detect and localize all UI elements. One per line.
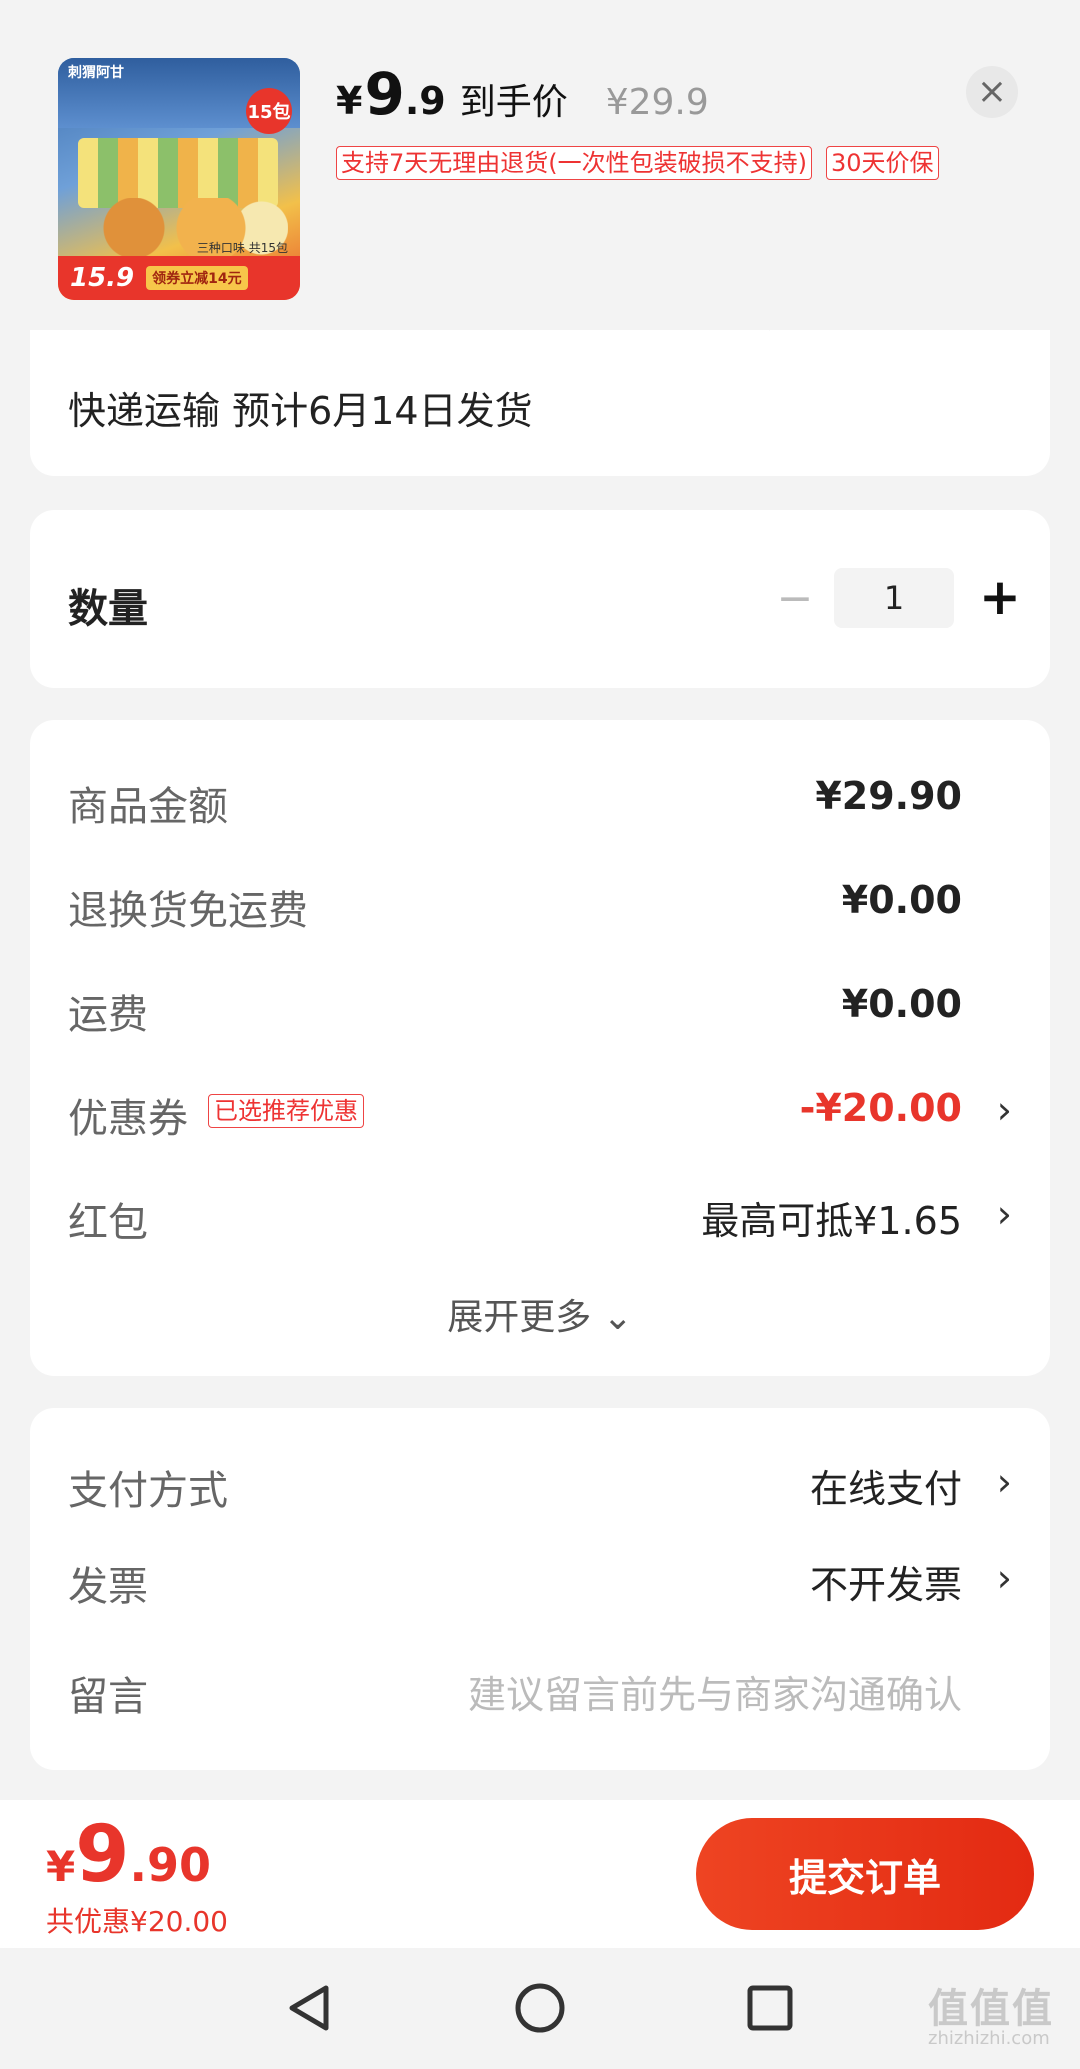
fee-row-return-shipping: 退换货免运费 ¥0.00 (68, 872, 1012, 934)
price-decimal: .9 (404, 79, 446, 123)
quantity-label: 数量 (68, 586, 148, 632)
message-row: 留言 建议留言前先与商家沟通确认 (68, 1658, 1012, 1720)
system-nav-bar: 值值值 zhizhizhi.com (0, 1948, 1080, 2069)
expand-more-button[interactable]: 展开更多 ⌄ (30, 1288, 1050, 1340)
checkout-bar: ¥ 9 .90 共优惠¥20.00 提交订单 (0, 1800, 1080, 1948)
service-tags: 支持7天无理由退货(一次性包装破损不支持) 30天价保 (336, 146, 939, 180)
total-saving: 共优惠¥20.00 (46, 1905, 228, 1938)
red-packet-value: 最高可抵¥1.65 (701, 1199, 962, 1243)
message-label: 留言 (68, 1674, 148, 1720)
payment-method-label: 支付方式 (68, 1468, 228, 1514)
product-thumbnail[interactable]: 刺猬阿甘 15包 三种口味 共15包 15.9 领券立减14元 (58, 58, 300, 300)
total-currency: ¥ (46, 1842, 76, 1891)
fee-row-coupon[interactable]: 优惠券 已选推荐优惠 -¥20.00 › (68, 1080, 1012, 1142)
chevron-right-icon: › (996, 1088, 1012, 1132)
thumbnail-count-badge: 15包 (246, 88, 292, 134)
fee-value: ¥0.00 (841, 982, 962, 1026)
thumbnail-strip-coupon: 领券立减14元 (146, 266, 248, 290)
coupon-recommended-badge: 已选推荐优惠 (208, 1094, 364, 1128)
product-header: 刺猬阿甘 15包 三种口味 共15包 15.9 领券立减14元 ¥ 9 .9 到… (0, 0, 1080, 330)
fee-row-red-packet[interactable]: 红包 最高可抵¥1.65 › (68, 1184, 1012, 1246)
quantity-input[interactable]: 1 (834, 568, 954, 628)
fee-label: 红包 (68, 1200, 148, 1246)
close-button[interactable]: × (966, 66, 1018, 118)
payment-method-row[interactable]: 支付方式 在线支付 › (68, 1452, 1012, 1514)
original-price: ¥29.9 (605, 82, 709, 123)
total-integer: 9 (75, 1810, 130, 1900)
payment-card: 支付方式 在线支付 › 发票 不开发票 › 留言 建议留言前先与商家沟通确认 (30, 1408, 1050, 1770)
submit-order-button[interactable]: 提交订单 (696, 1818, 1034, 1930)
total-decimal: .90 (129, 1838, 212, 1892)
fee-row-shipping: 运费 ¥0.00 (68, 976, 1012, 1038)
fee-label: 退换货免运费 (68, 888, 308, 934)
home-icon[interactable] (510, 1978, 570, 2038)
invoice-row[interactable]: 发票 不开发票 › (68, 1548, 1012, 1610)
price-integer: 9 (364, 60, 405, 128)
order-sheet: 刺猬阿甘 15包 三种口味 共15包 15.9 领券立减14元 ¥ 9 .9 到… (0, 0, 1080, 1800)
watermark-logo: 值值值 (928, 1986, 1054, 2032)
payment-method-value: 在线支付 (809, 1467, 962, 1511)
chevron-right-icon: › (996, 1192, 1012, 1236)
fee-row-goods-amount: 商品金额 ¥29.90 (68, 768, 1012, 830)
final-price-line: ¥ 9 .9 到手价 ¥29.9 (336, 60, 709, 128)
fee-card: 商品金额 ¥29.90 退换货免运费 ¥0.00 运费 ¥0.00 优惠券 已选… (30, 720, 1050, 1376)
fee-label: 商品金额 (68, 784, 228, 830)
price-protection-tag: 30天价保 (826, 146, 939, 180)
quantity-card: 数量 − 1 + (30, 510, 1050, 688)
close-icon: × (976, 71, 1008, 112)
coupon-discount-value: -¥20.00 (799, 1086, 962, 1130)
recent-apps-icon[interactable] (740, 1978, 800, 2038)
back-icon[interactable] (280, 1978, 340, 2038)
thumbnail-price-strip: 15.9 领券立减14元 (58, 256, 300, 300)
fee-value: ¥29.90 (815, 774, 962, 818)
return-policy-tag: 支持7天无理由退货(一次性包装破损不支持) (336, 146, 812, 180)
invoice-value: 不开发票 (809, 1563, 962, 1607)
shipping-estimate: 快递运输 预计6月14日发货 (68, 389, 533, 433)
price-label: 到手价 (459, 82, 568, 123)
fee-label: 运费 (68, 992, 148, 1038)
price-currency: ¥ (336, 79, 363, 123)
thumbnail-caption: 三种口味 共15包 (196, 241, 288, 255)
chevron-right-icon: › (996, 1460, 1012, 1504)
quantity-decrease-button[interactable]: − (770, 568, 820, 628)
watermark-url: zhizhizhi.com (928, 2028, 1050, 2049)
total-price: ¥ 9 .90 (46, 1810, 211, 1900)
chevron-right-icon: › (996, 1556, 1012, 1600)
thumbnail-brand: 刺猬阿甘 (68, 65, 124, 81)
thumbnail-strip-price: 15.9 (70, 263, 135, 293)
fee-value: ¥0.00 (841, 878, 962, 922)
fee-label: 优惠券 (68, 1096, 188, 1142)
invoice-label: 发票 (68, 1564, 148, 1610)
message-input[interactable]: 建议留言前先与商家沟通确认 (468, 1664, 962, 1719)
quantity-increase-button[interactable]: + (970, 564, 1030, 630)
